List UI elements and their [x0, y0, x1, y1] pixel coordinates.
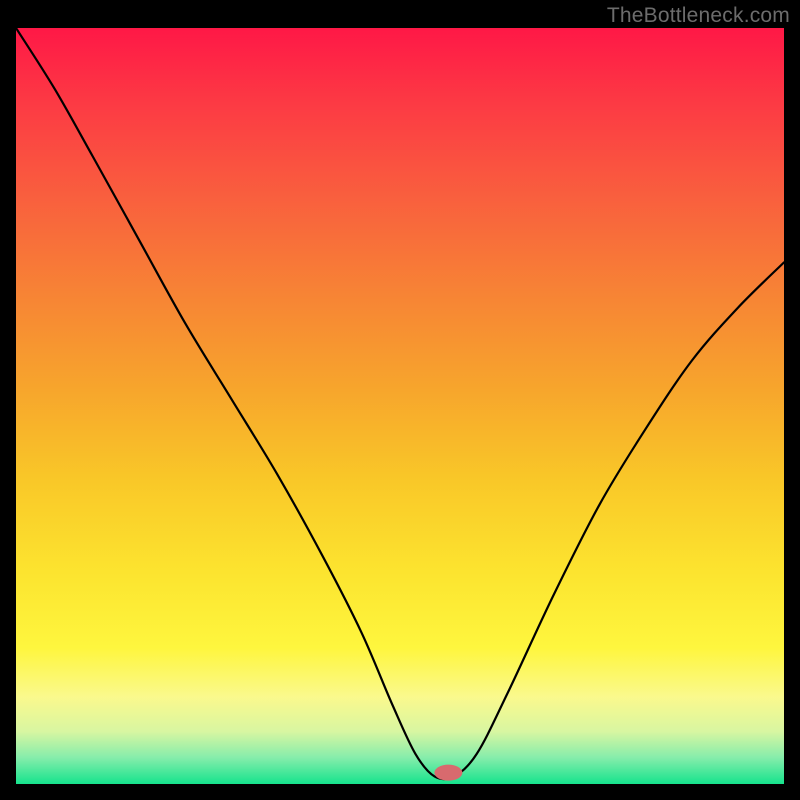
- chart-frame: TheBottleneck.com: [0, 0, 800, 800]
- plot-area: [16, 28, 784, 784]
- bottleneck-plot: [16, 28, 784, 784]
- gradient-background: [16, 28, 784, 784]
- optimal-marker: [434, 765, 462, 781]
- watermark-text: TheBottleneck.com: [607, 4, 790, 28]
